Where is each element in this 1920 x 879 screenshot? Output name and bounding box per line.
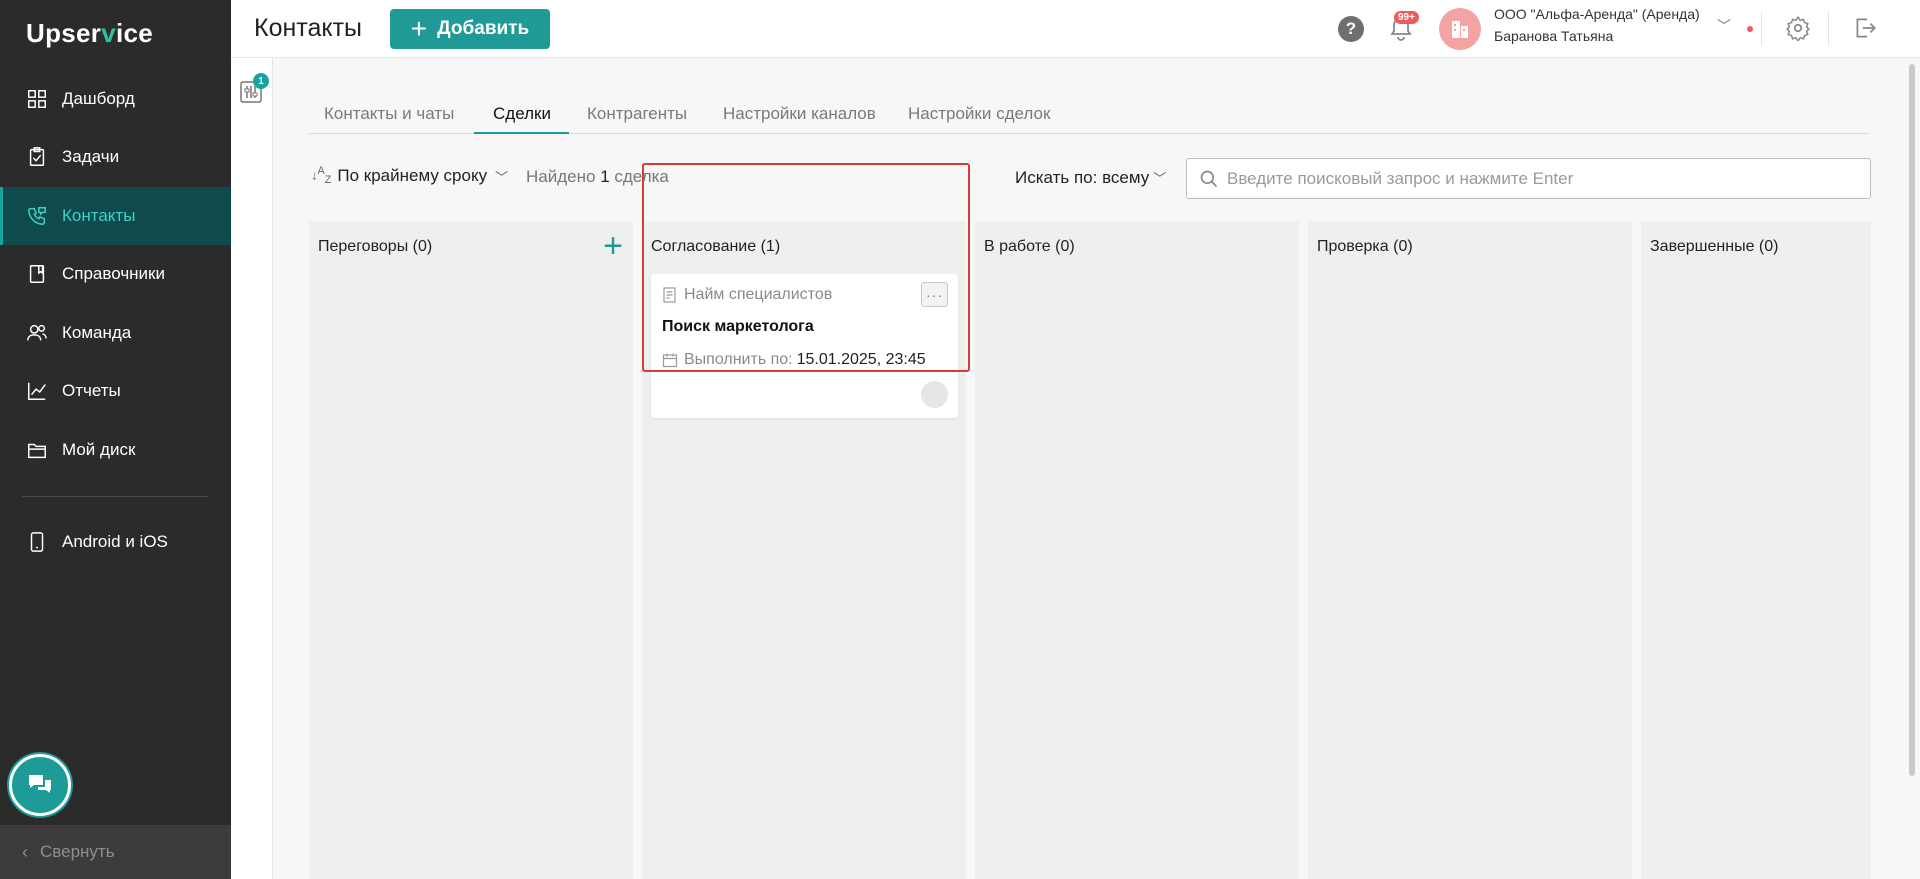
filter-rail: 1 <box>231 58 273 879</box>
deal-category: Найм специалистов <box>662 286 832 304</box>
results-count: Найдено 1 сделка <box>526 167 669 186</box>
phone-icon <box>26 531 48 553</box>
sidebar-item-label: Отчеты <box>62 381 121 400</box>
tab-deals[interactable]: Сделки <box>493 104 551 124</box>
book-icon <box>26 263 48 285</box>
board-column-review: Проверка (0) <box>1308 221 1632 879</box>
dashboard-icon <box>26 88 48 110</box>
header-divider <box>1828 12 1829 46</box>
collapse-sidebar-button[interactable]: ‹ Свернуть <box>0 825 231 879</box>
column-title: Завершенные (0) <box>1650 238 1779 255</box>
add-deal-button[interactable]: + <box>603 229 623 263</box>
header-divider <box>1761 12 1762 46</box>
gear-icon[interactable] <box>1785 15 1811 41</box>
sidebar: Upservice Дашборд Задачи Контакты Справо… <box>0 0 231 879</box>
tab-counterparties[interactable]: Контрагенты <box>587 104 687 124</box>
search-scope-dropdown[interactable]: Искать по: всему ﹀ <box>1015 168 1166 188</box>
chevron-down-icon: ﹀ <box>495 169 509 185</box>
column-title: Согласование (1) <box>651 238 781 255</box>
sort-az-icon: ↓AZ <box>311 165 332 187</box>
deal-title: Поиск маркетолога <box>662 318 814 335</box>
sidebar-item-label: Задачи <box>62 147 120 166</box>
board-column-negotiations: Переговоры (0) + <box>309 221 633 879</box>
card-menu-button[interactable]: ··· <box>921 282 948 307</box>
user-name: Баранова Татьяна <box>1494 28 1614 44</box>
add-button-label: Добавить <box>437 18 530 39</box>
sidebar-item-contacts[interactable]: Контакты <box>0 187 231 245</box>
sidebar-item-label: Мой диск <box>62 440 136 459</box>
building-icon <box>1452 21 1468 38</box>
app-logo[interactable]: Upservice <box>26 18 153 49</box>
deal-card[interactable]: Найм специалистов ··· Поиск маркетолога … <box>651 274 958 418</box>
main-content: Контакты и чаты Сделки Контрагенты Настр… <box>273 58 1920 879</box>
board-column-in-progress: В работе (0) <box>975 221 1299 879</box>
notification-count-badge: 99+ <box>1394 11 1419 24</box>
page-title: Контакты <box>254 14 362 42</box>
active-tab-indicator <box>474 132 569 134</box>
chevron-down-icon[interactable]: ﹀ <box>1717 16 1731 36</box>
sidebar-item-tasks[interactable]: Задачи <box>0 128 231 186</box>
tab-bar: Контакты и чаты Сделки Контрагенты Настр… <box>309 98 1869 134</box>
sidebar-divider <box>22 496 208 497</box>
chart-icon <box>26 380 48 402</box>
sidebar-item-label: Команда <box>62 323 132 342</box>
chevron-left-icon: ‹ <box>22 841 28 862</box>
organization-name: ООО "Альфа-Аренда" (Аренда) <box>1494 6 1700 22</box>
sort-label: По крайнему сроку <box>337 166 488 185</box>
column-title: В работе (0) <box>984 238 1075 255</box>
document-icon <box>663 287 676 303</box>
sidebar-item-label: Дашборд <box>62 89 135 108</box>
status-dot <box>1747 26 1753 32</box>
search-box <box>1186 158 1871 199</box>
board-column-completed: Завершенные (0) <box>1641 221 1871 879</box>
sidebar-item-mobile-apps[interactable]: Android и iOS <box>0 513 231 571</box>
top-header: Контакты + Добавить ? 99+ ООО "Альфа-Аре… <box>231 0 1920 58</box>
column-title: Проверка (0) <box>1317 238 1413 255</box>
contacts-icon <box>26 205 48 227</box>
tab-deal-settings[interactable]: Настройки сделок <box>908 104 1050 124</box>
deal-due-date: Выполнить по: 15.01.2025, 23:45 <box>662 351 926 369</box>
sidebar-item-label: Android и iOS <box>62 532 168 551</box>
organization-avatar[interactable] <box>1439 8 1481 50</box>
folder-icon <box>26 439 48 461</box>
collapse-label: Свернуть <box>40 842 115 861</box>
sidebar-item-label: Контакты <box>62 206 136 225</box>
column-title: Переговоры (0) <box>318 238 433 255</box>
plus-icon: + <box>410 13 428 44</box>
calendar-icon <box>662 353 678 368</box>
sidebar-item-references[interactable]: Справочники <box>0 245 231 303</box>
team-icon <box>26 322 48 344</box>
tab-contacts-chats[interactable]: Контакты и чаты <box>324 104 454 124</box>
sidebar-item-label: Справочники <box>62 264 165 283</box>
sort-dropdown[interactable]: ↓AZ По крайнему сроку ﹀ <box>311 166 508 186</box>
tasks-icon <box>26 146 48 168</box>
filter-count-badge: 1 <box>253 73 269 89</box>
chevron-down-icon: ﹀ <box>1153 171 1167 186</box>
sidebar-item-dashboard[interactable]: Дашборд <box>0 70 231 128</box>
sidebar-item-team[interactable]: Команда <box>0 304 231 362</box>
assignee-avatar[interactable] <box>921 381 948 408</box>
sidebar-item-reports[interactable]: Отчеты <box>0 362 231 420</box>
vertical-scrollbar[interactable] <box>1909 64 1915 776</box>
add-button[interactable]: + Добавить <box>390 9 550 49</box>
chat-icon <box>29 775 51 793</box>
logout-icon[interactable] <box>1852 15 1878 41</box>
search-icon <box>1200 170 1218 187</box>
support-chat-button[interactable] <box>9 754 71 816</box>
tab-channel-settings[interactable]: Настройки каналов <box>723 104 876 124</box>
search-input[interactable] <box>1227 168 1847 189</box>
help-icon[interactable]: ? <box>1338 16 1364 42</box>
sidebar-item-my-disk[interactable]: Мой диск <box>0 421 231 479</box>
